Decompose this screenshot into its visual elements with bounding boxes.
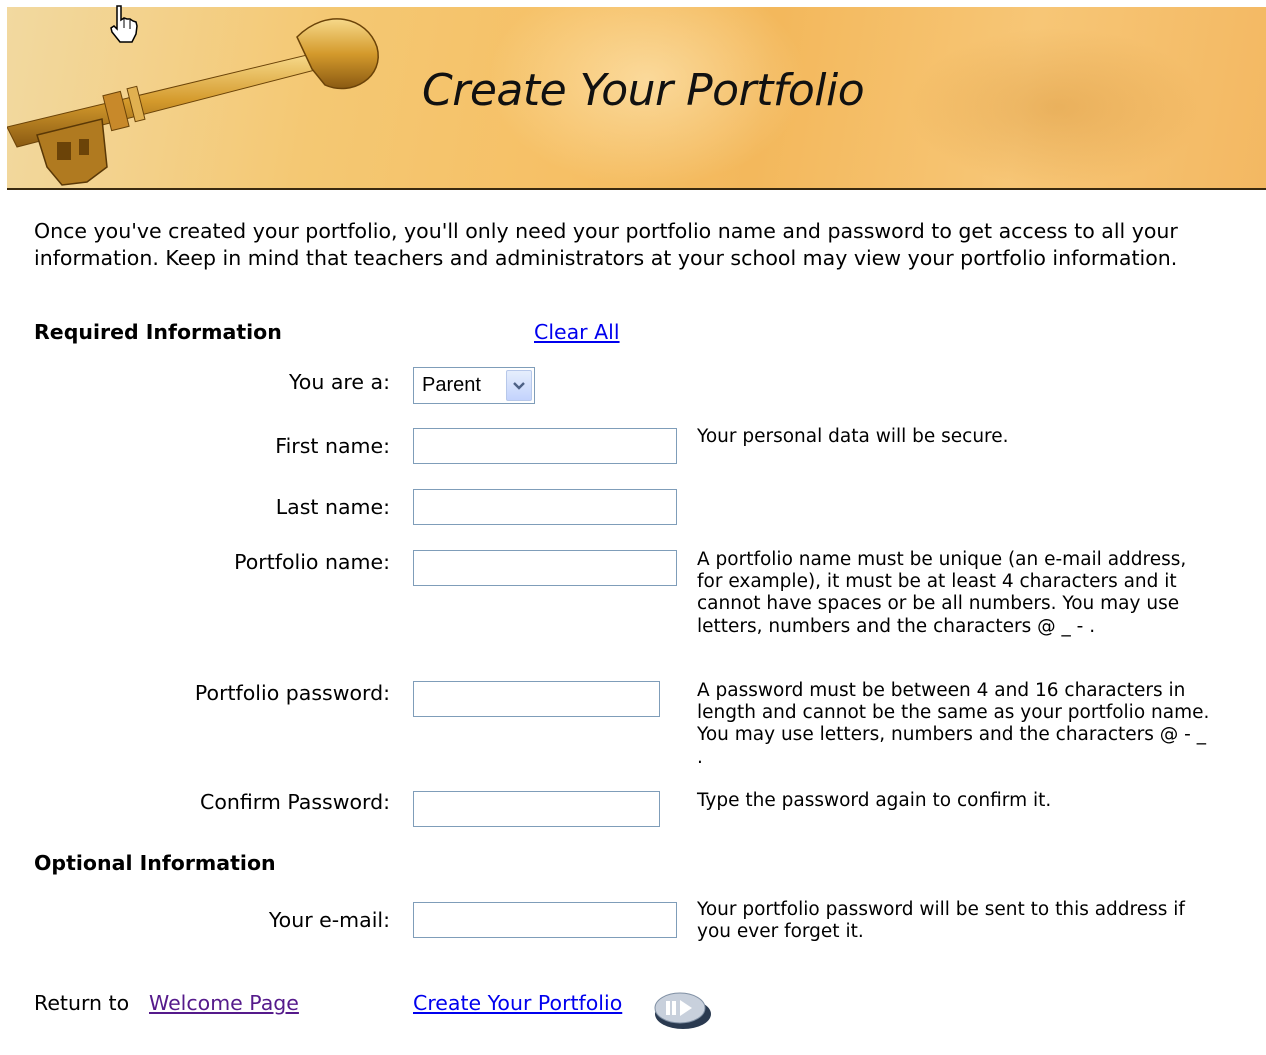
last-name-label: Last name: (275, 495, 390, 519)
first-name-input[interactable] (413, 428, 677, 464)
confirm-password-hint: Type the password again to confirm it. (697, 790, 1052, 811)
welcome-page-link[interactable]: Welcome Page (149, 991, 299, 1015)
email-label: Your e-mail: (268, 908, 390, 932)
email-input[interactable] (413, 902, 677, 938)
go-arrow-icon[interactable] (652, 988, 714, 1032)
portfolio-name-label: Portfolio name: (234, 550, 390, 574)
intro-text: Once you've created your portfolio, you'… (34, 219, 1178, 270)
portfolio-password-label: Portfolio password: (194, 681, 390, 705)
page-title: Create Your Portfolio (422, 65, 865, 116)
header-banner: Create Your Portfolio (7, 7, 1266, 190)
required-information-heading: Required Information (34, 320, 282, 344)
key-image (7, 18, 379, 186)
chevron-down-icon (513, 382, 525, 390)
confirm-password-input[interactable] (413, 791, 660, 827)
create-portfolio-link[interactable]: Create Your Portfolio (413, 991, 622, 1015)
dropdown-button[interactable] (506, 370, 532, 401)
first-name-label: First name: (275, 434, 390, 458)
confirm-password-label: Confirm Password: (200, 790, 390, 814)
role-label: You are a: (289, 370, 390, 394)
optional-information-heading: Optional Information (34, 851, 276, 875)
return-prefix: Return to (34, 991, 130, 1015)
role-select[interactable]: Parent (413, 367, 535, 404)
role-select-value: Parent (422, 374, 481, 396)
portfolio-name-hint: A portfolio name must be unique (an e-ma… (697, 549, 1187, 637)
email-hint: Your portfolio password will be sent to … (697, 899, 1185, 943)
first-name-hint: Your personal data will be secure. (697, 426, 1009, 447)
last-name-input[interactable] (413, 489, 677, 525)
portfolio-name-input[interactable] (413, 550, 677, 586)
clear-all-link[interactable]: Clear All (534, 320, 620, 344)
hand-cursor-icon (110, 5, 138, 43)
portfolio-password-hint: A password must be between 4 and 16 char… (697, 680, 1210, 768)
portfolio-password-input[interactable] (413, 681, 660, 717)
